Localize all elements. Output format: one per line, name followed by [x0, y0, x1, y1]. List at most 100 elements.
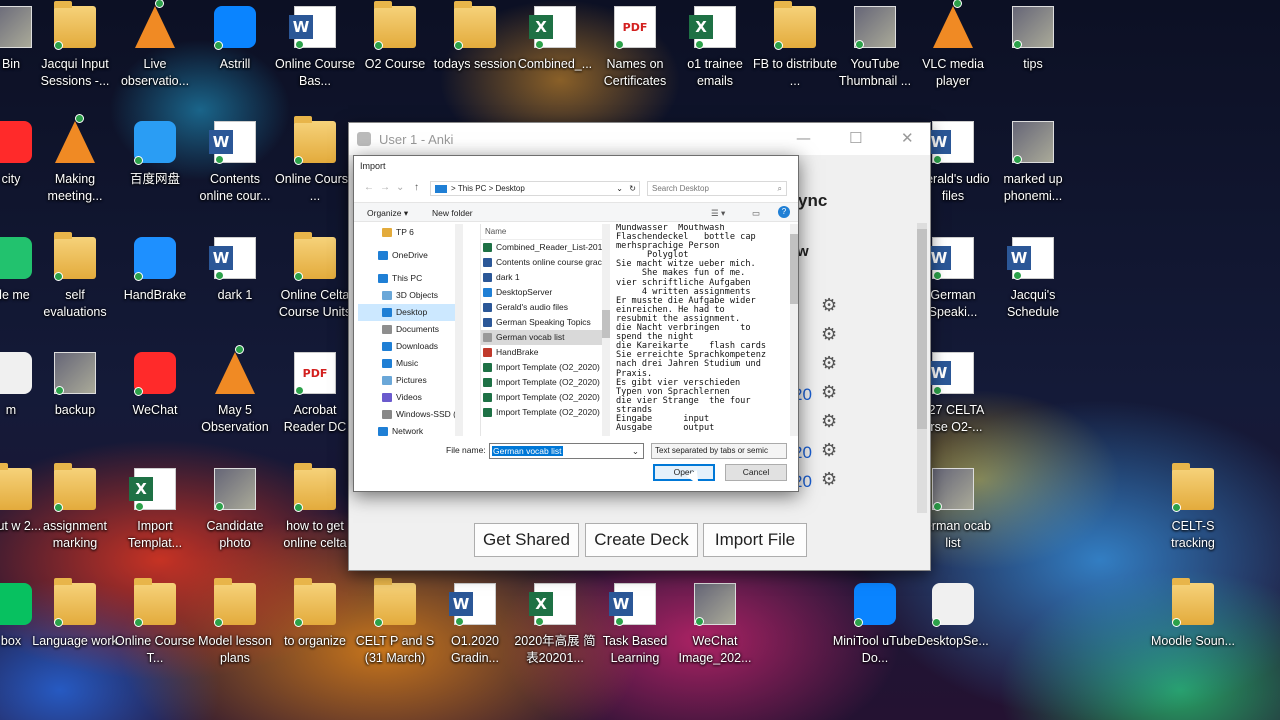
file-row[interactable]: German vocab list [481, 330, 603, 345]
back-arrow-icon[interactable]: ← [364, 182, 374, 193]
file-row[interactable]: Combined_Reader_List-2011 [481, 240, 603, 255]
file-row[interactable]: Import Template (O2_2020) [481, 405, 603, 420]
nav-scrollbar[interactable] [455, 224, 463, 436]
desktop-icon[interactable]: VLC media player [914, 0, 992, 110]
filetype-select[interactable]: Text separated by tabs or semic [651, 443, 787, 459]
desktop-icon[interactable]: Online Course ... [275, 116, 355, 225]
deck-options-gear-icon[interactable]: ⚙ [821, 382, 837, 403]
file-row[interactable]: HandBrake [481, 345, 603, 360]
desktop-icon[interactable]: FB to distribute ... [753, 1, 837, 110]
desktop-icon[interactable]: O1.2020 Gradin... [436, 579, 514, 687]
file-list-scroll-thumb[interactable] [602, 310, 610, 338]
filename-dropdown-icon[interactable]: ⌄ [631, 446, 640, 457]
cancel-button[interactable]: Cancel [725, 464, 787, 481]
nav-item[interactable]: Desktop [358, 304, 455, 321]
help-icon[interactable]: ? [778, 206, 790, 218]
import-file-button[interactable]: Import File [703, 523, 807, 557]
desktop-icon[interactable]: self evaluations [36, 232, 114, 341]
get-shared-button[interactable]: Get Shared [474, 523, 579, 557]
breadcrumb-desktop[interactable]: Desktop [495, 184, 524, 193]
nav-item[interactable]: Music [358, 355, 455, 372]
preview-pane-icon[interactable]: ▭ [752, 208, 760, 219]
nav-item[interactable]: Pictures [358, 372, 455, 389]
desktop-icon[interactable]: CELT-S tracking [1154, 463, 1232, 572]
desktop-icon[interactable]: 百度网盘 [116, 117, 194, 225]
desktop-icon[interactable]: CELT P and S (31 March) [356, 578, 434, 687]
desktop-icon[interactable]: backup [36, 348, 114, 456]
desktop-icon[interactable]: O2 Course [356, 1, 434, 110]
desktop-icon[interactable]: how to get online celta [276, 463, 354, 572]
deck-options-gear-icon[interactable]: ⚙ [821, 324, 837, 345]
desktop-icon[interactable]: Jacqui Input Sessions -... [36, 1, 114, 110]
deck-options-gear-icon[interactable]: ⚙ [821, 295, 837, 316]
desktop-icon[interactable]: Online Course Bas... [275, 2, 355, 110]
new-folder-button[interactable]: New folder [432, 208, 473, 218]
desktop-icon[interactable]: Astrill [196, 2, 274, 110]
organize-button[interactable]: Organize ▾ [367, 208, 408, 219]
deck-options-gear-icon[interactable]: ⚙ [821, 469, 837, 490]
nav-item[interactable]: Documents [358, 321, 455, 338]
minimize-button[interactable]: — [796, 129, 811, 147]
desktop-icon[interactable]: Live observatio... [116, 0, 194, 110]
up-arrow-icon[interactable]: ↑ [414, 182, 419, 193]
create-deck-button[interactable]: Create Deck [585, 523, 698, 557]
desktop-icon[interactable]: Making meeting... [36, 114, 114, 225]
desktop-icon[interactable]: marked up phonemi... [994, 117, 1072, 225]
maximize-button[interactable]: ☐ [849, 129, 862, 147]
nav-item[interactable]: This PC [358, 270, 455, 287]
desktop-icon[interactable]: 2020年高展 简表20201... [514, 579, 596, 687]
address-bar[interactable]: > This PC > Desktop ⌄ ↻ [430, 181, 640, 196]
desktop-icon[interactable]: tips [994, 2, 1072, 110]
nav-item[interactable]: Videos [358, 389, 455, 406]
desktop-icon[interactable]: WeChat [116, 348, 194, 456]
desktop-icon[interactable]: MiniTool uTube Do... [833, 579, 917, 687]
desktop-icon[interactable]: Import Templat... [116, 464, 194, 572]
desktop-icon[interactable]: Online Course T... [115, 578, 195, 687]
forward-arrow-icon[interactable]: → [380, 182, 390, 193]
desktop-icon[interactable]: YouTube Thumbnail ... [836, 2, 914, 110]
open-button[interactable]: Open [653, 464, 715, 481]
search-input[interactable]: Search Desktop ⌕ [647, 181, 787, 196]
deck-options-gear-icon[interactable]: ⚙ [821, 411, 837, 432]
nav-item[interactable]: 3D Objects [358, 287, 455, 304]
nav-item[interactable]: OneDrive [358, 247, 455, 264]
address-dropdown-icon[interactable]: ⌄ [616, 184, 623, 193]
nav-item[interactable]: Windows-SSD (C [358, 406, 455, 423]
file-row[interactable]: Gerald's audio files [481, 300, 603, 315]
desktop-icon[interactable]: Combined_... [516, 2, 594, 110]
deck-options-gear-icon[interactable]: ⚙ [821, 353, 837, 374]
desktop-icon[interactable]: dark 1 [196, 233, 274, 341]
file-row[interactable]: Import Template (O2_2020) [481, 390, 603, 405]
nav-item[interactable]: Network [358, 423, 455, 436]
deck-options-gear-icon[interactable]: ⚙ [821, 440, 837, 461]
nav-item[interactable]: TP 6 [358, 224, 455, 241]
desktop-icon[interactable]: May 5 Observation [196, 345, 274, 456]
desktop-icon[interactable]: to organize [276, 578, 354, 687]
file-row[interactable]: Import Template (O2_2020) [481, 360, 603, 375]
column-header-name[interactable]: Name [481, 224, 603, 240]
breadcrumb-this-pc[interactable]: This PC [458, 184, 486, 193]
file-row[interactable]: DesktopServer [481, 285, 603, 300]
preview-scroll-thumb[interactable] [790, 234, 798, 304]
desktop-icon[interactable]: Language work [32, 578, 118, 687]
desktop-icon[interactable]: Task Based Learning [596, 579, 674, 687]
refresh-icon[interactable]: ↻ [629, 184, 636, 193]
deck-list-scrollbar[interactable] [917, 223, 927, 513]
desktop-icon[interactable]: o1 trainee emails [676, 2, 754, 110]
view-options-icon[interactable]: ☰ ▾ [711, 208, 725, 219]
desktop-icon[interactable]: todays session [434, 1, 516, 110]
desktop-icon[interactable]: Model lesson plans [196, 578, 274, 687]
file-row[interactable]: dark 1 [481, 270, 603, 285]
desktop-icon[interactable]: assignment marking [36, 463, 114, 572]
desktop-icon[interactable]: Candidate photo [196, 464, 274, 572]
desktop-icon[interactable]: Jacqui's Schedule [994, 233, 1072, 341]
file-row[interactable]: Import Template (O2_2020) [481, 375, 603, 390]
filename-input[interactable]: German vocab list ⌄ [489, 443, 644, 459]
nav-item[interactable]: Downloads [358, 338, 455, 355]
desktop-icon[interactable]: HandBrake [116, 233, 194, 341]
desktop-icon[interactable]: PDF Names on Certificates [596, 2, 674, 110]
file-row[interactable]: German Speaking Topics [481, 315, 603, 330]
desktop-icon[interactable]: Contents online cour... [196, 117, 274, 225]
close-button[interactable]: ✕ [901, 129, 914, 147]
sync-label[interactable]: ync [798, 191, 827, 211]
